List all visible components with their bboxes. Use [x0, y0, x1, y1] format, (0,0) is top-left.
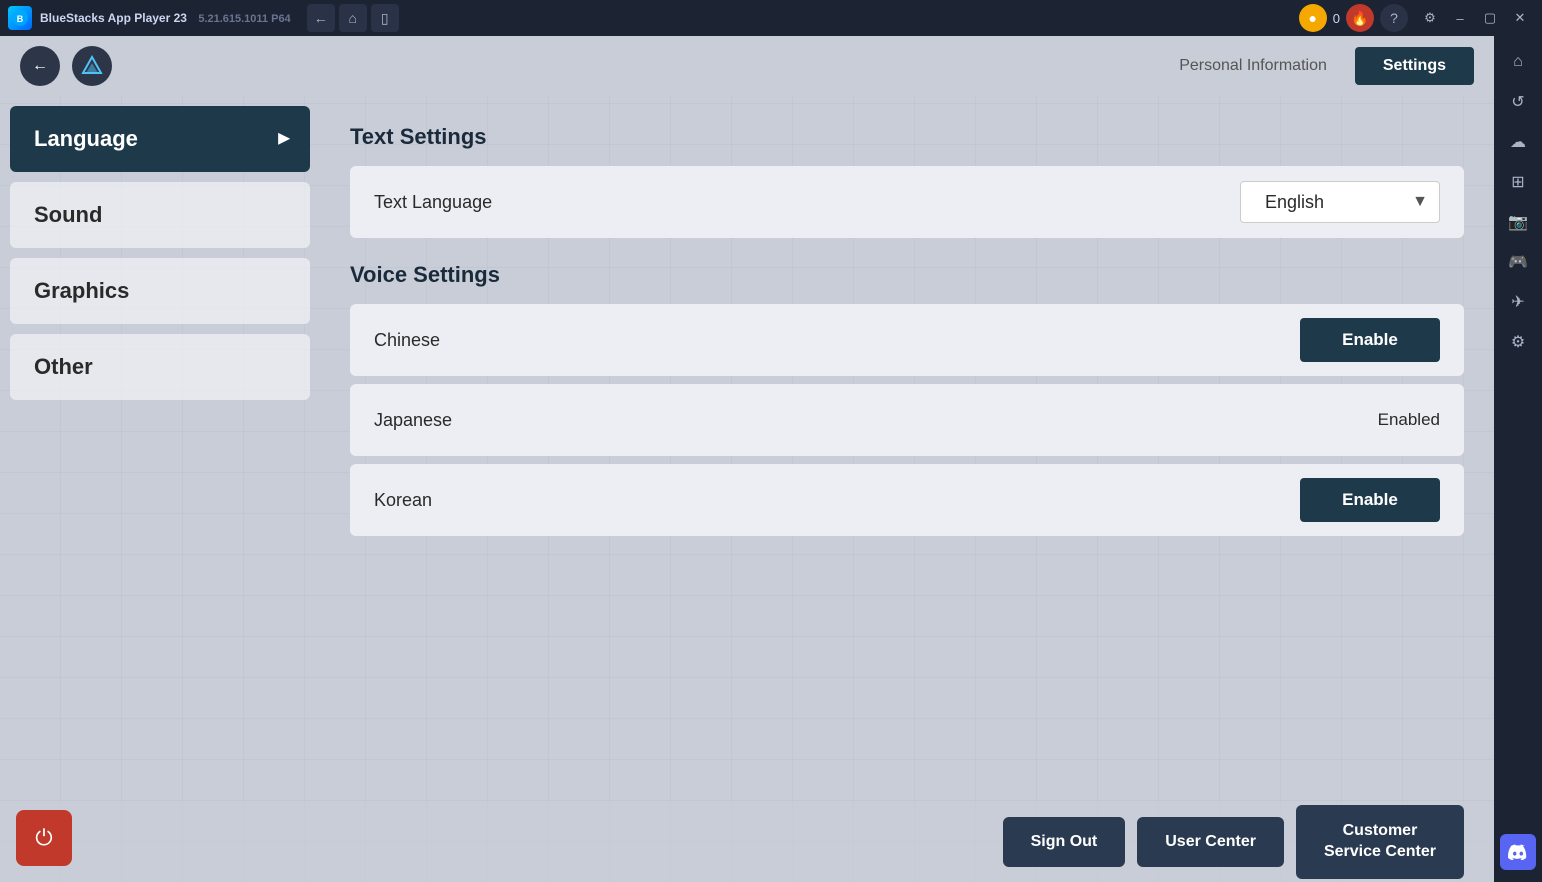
back-button[interactable]: ← [20, 46, 60, 86]
sidebar-item-sound[interactable]: Sound [10, 182, 310, 248]
voice-row-korean: Korean Enable [350, 464, 1464, 536]
nav-back-btn[interactable]: ← [307, 4, 335, 32]
close-btn[interactable]: ✕ [1506, 4, 1534, 32]
title-bar: B BlueStacks App Player 23 5.21.615.1011… [0, 0, 1542, 36]
sidebar-item-language[interactable]: Language ► [10, 106, 310, 172]
rp-gallery-btn[interactable]: ⊞ [1500, 164, 1536, 200]
rp-cloud-btn[interactable]: ☁ [1500, 124, 1536, 160]
rp-discord-btn[interactable] [1500, 834, 1536, 870]
rp-camera-btn[interactable]: 📷 [1500, 204, 1536, 240]
text-language-row: Text Language English Chinese Japanese K… [350, 166, 1464, 238]
right-panel: ⌂ ↺ ☁ ⊞ 📷 🎮 ✈ ⚙ [1494, 36, 1542, 882]
chevron-right-icon: ► [274, 128, 294, 151]
sidebar-item-graphics[interactable]: Graphics [10, 258, 310, 324]
help-icon[interactable]: ? [1380, 4, 1408, 32]
top-nav: ← Personal Information Settings [0, 36, 1494, 96]
voice-settings-section: Voice Settings Chinese Enable Japanese E… [350, 262, 1464, 540]
app-title: BlueStacks App Player 23 5.21.615.1011 P… [40, 11, 291, 25]
minimize-btn[interactable]: – [1446, 4, 1474, 32]
voice-korean-label: Korean [374, 490, 1300, 511]
voice-row-chinese: Chinese Enable [350, 304, 1464, 376]
text-settings-title: Text Settings [350, 124, 1464, 150]
bottom-bar: Sign Out User Center CustomerService Cen… [0, 802, 1494, 882]
settings-btn[interactable]: ⚙ [1416, 4, 1444, 32]
maximize-btn[interactable]: ▢ [1476, 4, 1504, 32]
rp-settings-btn[interactable]: ⚙ [1500, 324, 1536, 360]
nav-copy-btn[interactable]: ▯ [371, 4, 399, 32]
voice-japanese-status: Enabled [1378, 410, 1440, 430]
rp-home-btn[interactable]: ⌂ [1500, 44, 1536, 80]
voice-chinese-label: Chinese [374, 330, 1300, 351]
tab-settings[interactable]: Settings [1355, 47, 1474, 85]
power-button[interactable]: ⏻ [16, 810, 72, 866]
svg-text:B: B [17, 14, 24, 24]
header-tabs: Personal Information Settings [1151, 47, 1474, 85]
window-controls: ⚙ – ▢ ✕ [1416, 4, 1534, 32]
sidebar-item-other[interactable]: Other [10, 334, 310, 400]
settings-panel: Text Settings Text Language English Chin… [320, 96, 1494, 802]
voice-korean-enable-btn[interactable]: Enable [1300, 478, 1440, 522]
voice-rows: Chinese Enable Japanese Enabled Korean E… [350, 304, 1464, 540]
text-language-label: Text Language [374, 192, 1240, 213]
nav-home-btn[interactable]: ⌂ [339, 4, 367, 32]
rp-gamepad-btn[interactable]: 🎮 [1500, 244, 1536, 280]
sign-out-button[interactable]: Sign Out [1003, 817, 1126, 867]
drive-icon[interactable] [72, 46, 112, 86]
customer-service-button[interactable]: CustomerService Center [1296, 805, 1464, 879]
content-layout: Language ► Sound Graphics Other Text Set… [0, 96, 1494, 802]
fire-icon: 🔥 [1346, 4, 1374, 32]
sidebar: Language ► Sound Graphics Other [0, 96, 320, 802]
rp-airplane-btn[interactable]: ✈ [1500, 284, 1536, 320]
main-area: ← Personal Information Settings Language… [0, 36, 1494, 882]
language-select[interactable]: English Chinese Japanese Korean [1240, 181, 1440, 223]
language-dropdown-container[interactable]: English Chinese Japanese Korean ▼ [1240, 181, 1440, 223]
voice-japanese-label: Japanese [374, 410, 1378, 431]
voice-chinese-enable-btn[interactable]: Enable [1300, 318, 1440, 362]
app-logo: B [8, 6, 32, 30]
title-nav: ← ⌂ ▯ [307, 4, 399, 32]
voice-row-japanese: Japanese Enabled [350, 384, 1464, 456]
voice-settings-title: Voice Settings [350, 262, 1464, 288]
rp-refresh-btn[interactable]: ↺ [1500, 84, 1536, 120]
coin-icon: ● [1299, 4, 1327, 32]
tab-personal-info[interactable]: Personal Information [1151, 47, 1355, 85]
coin-count: 0 [1333, 11, 1340, 26]
user-center-button[interactable]: User Center [1137, 817, 1284, 867]
